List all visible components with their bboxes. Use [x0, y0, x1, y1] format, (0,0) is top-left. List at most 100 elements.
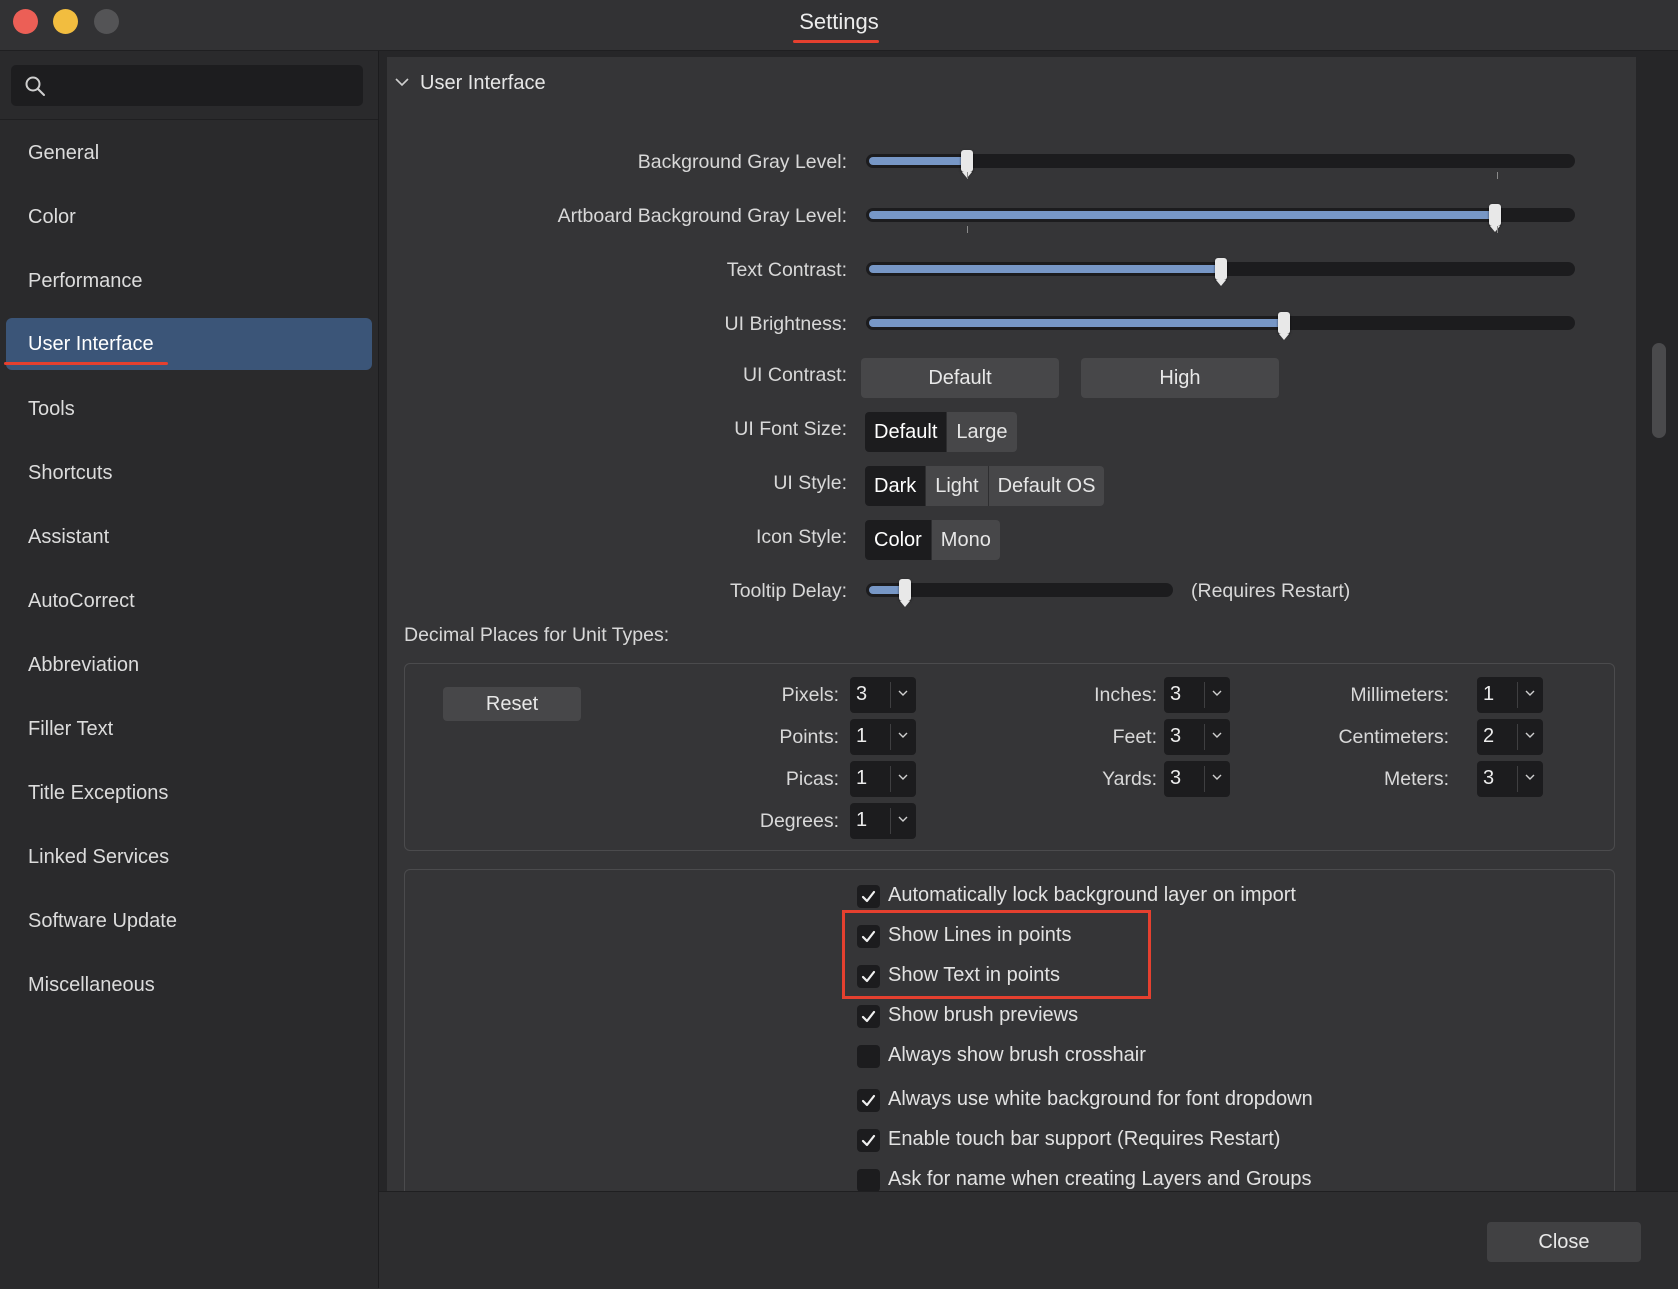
- always-show-brush-crosshair-label[interactable]: Always show brush crosshair: [888, 1044, 1146, 1067]
- artboard-gray-label: Artboard Background Gray Level:: [557, 205, 847, 227]
- sidebar-item-shortcuts[interactable]: Shortcuts: [6, 447, 372, 499]
- sidebar-item-assistant[interactable]: Assistant: [6, 511, 372, 563]
- feet-select[interactable]: 3: [1164, 719, 1230, 755]
- sidebar-item-general[interactable]: General: [6, 127, 372, 179]
- chevron-down-icon: [1212, 732, 1222, 738]
- sidebar-item-color[interactable]: Color: [6, 191, 372, 243]
- window-title: Settings: [799, 9, 879, 34]
- enable-touch-bar-label[interactable]: Enable touch bar support (Requires Resta…: [888, 1128, 1280, 1151]
- close-button[interactable]: Close: [1487, 1222, 1641, 1262]
- icon-style-label: Icon Style:: [755, 526, 847, 548]
- checkmark-icon: [861, 1094, 876, 1107]
- white-font-dropdown-background-label[interactable]: Always use white background for font dro…: [888, 1088, 1313, 1111]
- artboard-gray-knob[interactable]: [1489, 204, 1501, 232]
- meters-label: Meters:: [1383, 768, 1449, 790]
- tooltip-delay-knob[interactable]: [899, 579, 911, 607]
- decimal-places-title: Decimal Places for Unit Types:: [404, 624, 670, 646]
- chevron-down-icon: [1525, 690, 1535, 696]
- chevron-down-icon: [898, 816, 908, 822]
- slider-tick: [967, 172, 968, 179]
- ask-name-layers-groups-label[interactable]: Ask for name when creating Layers and Gr…: [888, 1168, 1312, 1191]
- meters-select[interactable]: 3: [1477, 761, 1543, 797]
- ui-brightness-label: UI Brightness:: [724, 313, 847, 335]
- sidebar-item-filler-text[interactable]: Filler Text: [6, 703, 372, 755]
- sidebar-item-abbreviation[interactable]: Abbreviation: [6, 639, 372, 691]
- yards-label: Yards:: [1102, 768, 1157, 790]
- slider-tick: [1497, 226, 1498, 233]
- meters-value: 3: [1483, 767, 1495, 789]
- chevron-down-icon: [898, 732, 908, 738]
- show-brush-previews-label[interactable]: Show brush previews: [888, 1004, 1078, 1027]
- ui-brightness-knob[interactable]: [1278, 312, 1290, 340]
- ui-style-dark[interactable]: Dark: [865, 466, 927, 506]
- ui-font-size-segmented: Default Large: [865, 412, 1017, 452]
- sidebar-item-title-exceptions[interactable]: Title Exceptions: [6, 767, 372, 819]
- auto-lock-background-label[interactable]: Automatically lock background layer on i…: [888, 884, 1296, 907]
- ui-style-label: UI Style:: [773, 472, 847, 494]
- checkmark-icon: [861, 890, 876, 903]
- section-title[interactable]: User Interface: [420, 72, 546, 95]
- tooltip-delay-slider[interactable]: [866, 583, 1173, 597]
- inches-value: 3: [1170, 683, 1182, 705]
- ui-style-light[interactable]: Light: [926, 466, 989, 506]
- ask-name-layers-groups-checkbox[interactable]: [857, 1169, 880, 1192]
- search-input[interactable]: [11, 65, 363, 106]
- chevron-down-icon: [1212, 774, 1222, 780]
- degrees-select[interactable]: 1: [850, 803, 916, 839]
- auto-lock-background-checkbox[interactable]: [857, 885, 880, 908]
- show-brush-previews-checkbox[interactable]: [857, 1005, 880, 1028]
- icon-style-mono[interactable]: Mono: [932, 520, 1000, 560]
- ui-font-size-label: UI Font Size:: [734, 418, 847, 440]
- sidebar-item-miscellaneous[interactable]: Miscellaneous: [6, 959, 372, 1011]
- chevron-down-icon: [1525, 774, 1535, 780]
- title-annotation-underline: [793, 40, 879, 43]
- white-font-dropdown-background-checkbox[interactable]: [857, 1089, 880, 1112]
- pixels-select[interactable]: 3: [850, 677, 916, 713]
- sidebar-item-performance[interactable]: Performance: [6, 255, 372, 307]
- annotation-highlight-box: [842, 910, 1151, 999]
- slider-tick: [967, 226, 968, 233]
- sidebar-item-software-update[interactable]: Software Update: [6, 895, 372, 947]
- chevron-down-icon: [898, 774, 908, 780]
- yards-select[interactable]: 3: [1164, 761, 1230, 797]
- centimeters-select[interactable]: 2: [1477, 719, 1543, 755]
- chevron-down-icon[interactable]: [394, 74, 410, 90]
- icon-style-segmented: Color Mono: [865, 520, 1000, 560]
- ui-font-size-default[interactable]: Default: [865, 412, 948, 452]
- inches-select[interactable]: 3: [1164, 677, 1230, 713]
- always-show-brush-crosshair-checkbox[interactable]: [857, 1045, 880, 1068]
- sidebar-item-tools[interactable]: Tools: [6, 383, 372, 435]
- sidebar-item-autocorrect[interactable]: AutoCorrect: [6, 575, 372, 627]
- points-label: Points:: [779, 726, 839, 748]
- text-contrast-label: Text Contrast:: [726, 259, 847, 281]
- yards-value: 3: [1170, 767, 1182, 789]
- ui-style-default-os[interactable]: Default OS: [989, 466, 1105, 506]
- millimeters-select[interactable]: 1: [1477, 677, 1543, 713]
- points-select[interactable]: 1: [850, 719, 916, 755]
- background-gray-knob[interactable]: [961, 150, 973, 178]
- text-contrast-knob[interactable]: [1215, 258, 1227, 286]
- pixels-value: 3: [856, 683, 868, 705]
- checkmark-icon: [861, 1134, 876, 1147]
- pixels-label: Pixels:: [781, 684, 839, 706]
- chevron-down-icon: [1525, 732, 1535, 738]
- ui-contrast-default-button[interactable]: Default: [861, 358, 1059, 398]
- sidebar-item-linked-services[interactable]: Linked Services: [6, 831, 372, 883]
- ui-contrast-label: UI Contrast:: [742, 364, 847, 386]
- icon-style-color[interactable]: Color: [865, 520, 932, 560]
- tooltip-delay-note: (Requires Restart): [1191, 580, 1351, 602]
- enable-touch-bar-checkbox[interactable]: [857, 1129, 880, 1152]
- sidebar-divider: [0, 119, 378, 120]
- artboard-gray-fill: [869, 211, 1495, 219]
- tooltip-delay-label: Tooltip Delay:: [729, 580, 847, 602]
- reset-button[interactable]: Reset: [443, 687, 581, 721]
- ui-contrast-high-button[interactable]: High: [1081, 358, 1279, 398]
- search-icon: [25, 76, 45, 96]
- chevron-down-icon: [898, 690, 908, 696]
- ui-brightness-fill: [869, 319, 1284, 327]
- slider-tick: [1497, 172, 1498, 179]
- scrollbar-thumb[interactable]: [1652, 343, 1666, 438]
- feet-value: 3: [1170, 725, 1182, 747]
- picas-select[interactable]: 1: [850, 761, 916, 797]
- ui-font-size-large[interactable]: Large: [947, 412, 1016, 452]
